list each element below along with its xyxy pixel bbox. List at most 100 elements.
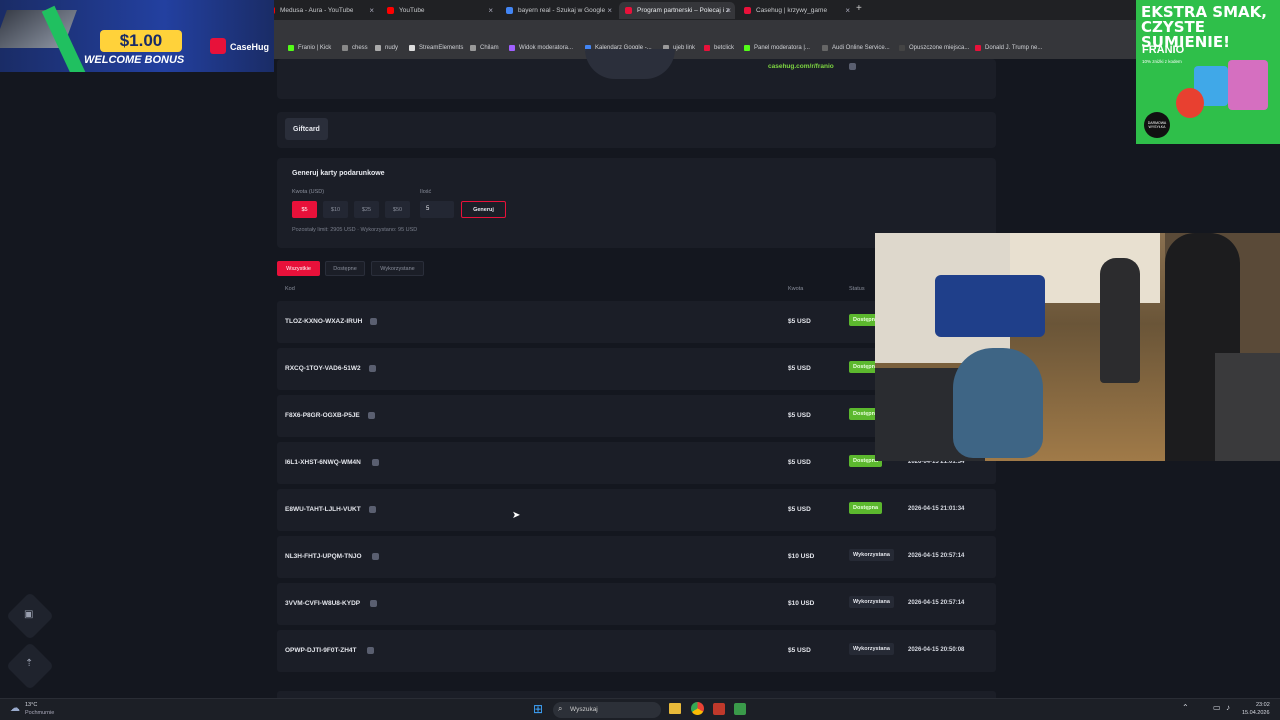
- bookmark-item[interactable]: betclick: [704, 45, 734, 51]
- bookmark-label: Chilam: [480, 45, 499, 51]
- bookmark-item[interactable]: Widok moderatora...: [509, 45, 573, 51]
- weather-icon: ☁: [10, 703, 20, 714]
- new-tab-button[interactable]: +: [856, 3, 862, 14]
- browser-tab[interactable]: YouTube ×: [381, 2, 497, 19]
- copy-icon[interactable]: [368, 412, 375, 419]
- bookmark-item[interactable]: Opuszczone miejsca...: [899, 45, 969, 51]
- amount-option-button[interactable]: $25: [354, 201, 379, 218]
- ad-badge: DARMOWA WYSYŁKA: [1144, 112, 1170, 138]
- app-icon[interactable]: [713, 703, 725, 715]
- copy-icon[interactable]: [369, 506, 376, 513]
- bookmark-favicon-icon: [899, 45, 905, 51]
- franio-ad-banner[interactable]: EKSTRA SMAK, CZYSTE SUMIENIE! FRANIO 10%…: [1136, 0, 1280, 144]
- quantity-input[interactable]: 5: [420, 201, 454, 218]
- close-tab-icon[interactable]: ×: [726, 6, 731, 15]
- bookmark-item[interactable]: Franio | Kick: [288, 45, 331, 51]
- windows-start-icon[interactable]: ⊞: [533, 702, 543, 716]
- close-tab-icon[interactable]: ×: [369, 6, 374, 15]
- tab-label: YouTube: [399, 7, 425, 14]
- bookmark-item[interactable]: StreamElements: [409, 45, 463, 51]
- copy-icon[interactable]: [370, 318, 377, 325]
- bookmark-label: ujeb link: [673, 45, 696, 51]
- giftcard-code: 3VVM-CVFI-W8U8-KYDP: [285, 600, 361, 607]
- weather-desc: Pochmurnie: [25, 710, 55, 716]
- ad-brand: FRANIO: [1142, 44, 1185, 56]
- bookmark-item[interactable]: Panel moderatora |...: [744, 45, 810, 51]
- column-header-amount: Kwota: [788, 286, 804, 292]
- person: [1100, 258, 1140, 383]
- tab-giftcard[interactable]: Giftcard: [285, 118, 328, 140]
- generate-button[interactable]: Generuj: [461, 201, 506, 218]
- bookmark-favicon-icon: [342, 45, 348, 51]
- table-row: OPWP-DJTI-9F0T-ZH4T $5 USD Wykorzystana 202…: [277, 630, 996, 672]
- giftcard-code: RXCQ-1TOY-VAD6-51W2: [285, 365, 361, 372]
- tray-chevron-icon[interactable]: ⌃: [1182, 703, 1189, 712]
- amount-option-button[interactable]: $10: [323, 201, 348, 218]
- copy-icon[interactable]: [367, 647, 374, 654]
- amount-option-button[interactable]: $5: [292, 201, 317, 218]
- casehug-brand: CaseHug: [230, 42, 270, 52]
- bookmark-item[interactable]: Audi Online Service...: [822, 45, 890, 51]
- filter-tab[interactable]: Wszystkie: [277, 261, 320, 276]
- taskbar-search[interactable]: ⌕ Wyszukaj: [553, 702, 661, 718]
- referral-link[interactable]: casehug.com/r/franio: [768, 63, 834, 70]
- tab-label: Medusa - Aura - YouTube: [280, 7, 354, 14]
- tab-favicon-icon: [387, 7, 394, 14]
- status-badge: Dostępna: [849, 502, 883, 514]
- column-header-code: Kod: [285, 286, 295, 292]
- ad-promo: 10% zniżki z kodem: [1142, 59, 1182, 64]
- bookmark-label: Audi Online Service...: [832, 45, 890, 51]
- giftcard-code: E8WU-TAHT-LJLH-VUKT: [285, 506, 361, 513]
- casehug-ad-banner[interactable]: $1.00 WELCOME BONUS CaseHug: [0, 0, 274, 72]
- search-icon: ⌕: [558, 704, 563, 713]
- bookmark-item[interactable]: Donald J. Trump ne...: [975, 45, 1042, 51]
- close-tab-icon[interactable]: ×: [607, 6, 612, 15]
- volume-icon[interactable]: ♪: [1226, 703, 1230, 712]
- browser-tab[interactable]: bayern real - Szukaj w Google ×: [500, 2, 616, 19]
- close-tab-icon[interactable]: ×: [488, 6, 493, 15]
- toy-bus: [935, 275, 1045, 337]
- browser-tab[interactable]: Program partnerski – Polecaj i z ×: [619, 2, 735, 19]
- browser-tab[interactable]: Casehug | krzywy_game ×: [738, 2, 854, 19]
- copy-icon[interactable]: [370, 600, 377, 607]
- file-explorer-icon[interactable]: [669, 703, 681, 714]
- bookmark-favicon-icon: [822, 45, 828, 51]
- chair: [953, 348, 1043, 458]
- bonus-label: WELCOME BONUS: [84, 54, 185, 66]
- amount-option-button[interactable]: $50: [385, 201, 410, 218]
- app-icon[interactable]: [734, 703, 746, 715]
- limit-text: Pozostały limit: 2905 USD · Wykorzystano…: [292, 227, 418, 233]
- chat-icon: ▣: [24, 609, 34, 620]
- giftcard-amount: $5 USD: [788, 365, 811, 372]
- browser-tab[interactable]: Medusa - Aura - YouTube ×: [262, 2, 378, 19]
- clock-time: 23:02: [1256, 702, 1270, 708]
- clock-date: 15.04.2026: [1242, 710, 1270, 716]
- filter-tab[interactable]: Dostępne: [325, 261, 365, 276]
- tab-label: Casehug | krzywy_game: [756, 7, 828, 14]
- giftcard-date: 2026-04-15 20:57:14: [908, 600, 965, 606]
- table-row: NL3H-FHTJ-UPQM-TNJO $10 USD Wykorzystana 20…: [277, 536, 996, 578]
- status-badge: Wykorzystana: [849, 596, 894, 608]
- copy-icon[interactable]: [372, 459, 379, 466]
- close-tab-icon[interactable]: ×: [845, 6, 850, 15]
- tab-favicon-icon: [625, 7, 632, 14]
- giftcard-code: NL3H-FHTJ-UPQM-TNJO: [285, 553, 362, 560]
- bookmark-label: Donald J. Trump ne...: [985, 45, 1043, 51]
- copy-icon[interactable]: [372, 553, 379, 560]
- giftcard-amount: $10 USD: [788, 553, 815, 560]
- bookmark-item[interactable]: Chilam: [470, 45, 499, 51]
- copy-icon[interactable]: [369, 365, 376, 372]
- network-icon[interactable]: ▭: [1213, 703, 1221, 712]
- chrome-icon[interactable]: [691, 702, 704, 715]
- bookmark-item[interactable]: chess: [342, 45, 368, 51]
- giftcard-code: TLOZ-KXNO-WXAZ-IRUH: [285, 318, 363, 325]
- windows-taskbar: ☁ 13°C Pochmurnie ⊞ ⌕ Wyszukaj ⌃ ▭ ♪ 23:…: [0, 698, 1280, 720]
- bookmark-favicon-icon: [704, 45, 710, 51]
- bookmark-favicon-icon: [470, 45, 476, 51]
- copy-icon[interactable]: [849, 63, 856, 70]
- bookmark-label: Widok moderatora...: [519, 45, 574, 51]
- bookmark-item[interactable]: nudy: [375, 45, 398, 51]
- search-placeholder: Wyszukaj: [570, 706, 598, 713]
- tab-label: Program partnerski – Polecaj i z: [637, 7, 729, 14]
- filter-tab[interactable]: Wykorzystane: [371, 261, 424, 276]
